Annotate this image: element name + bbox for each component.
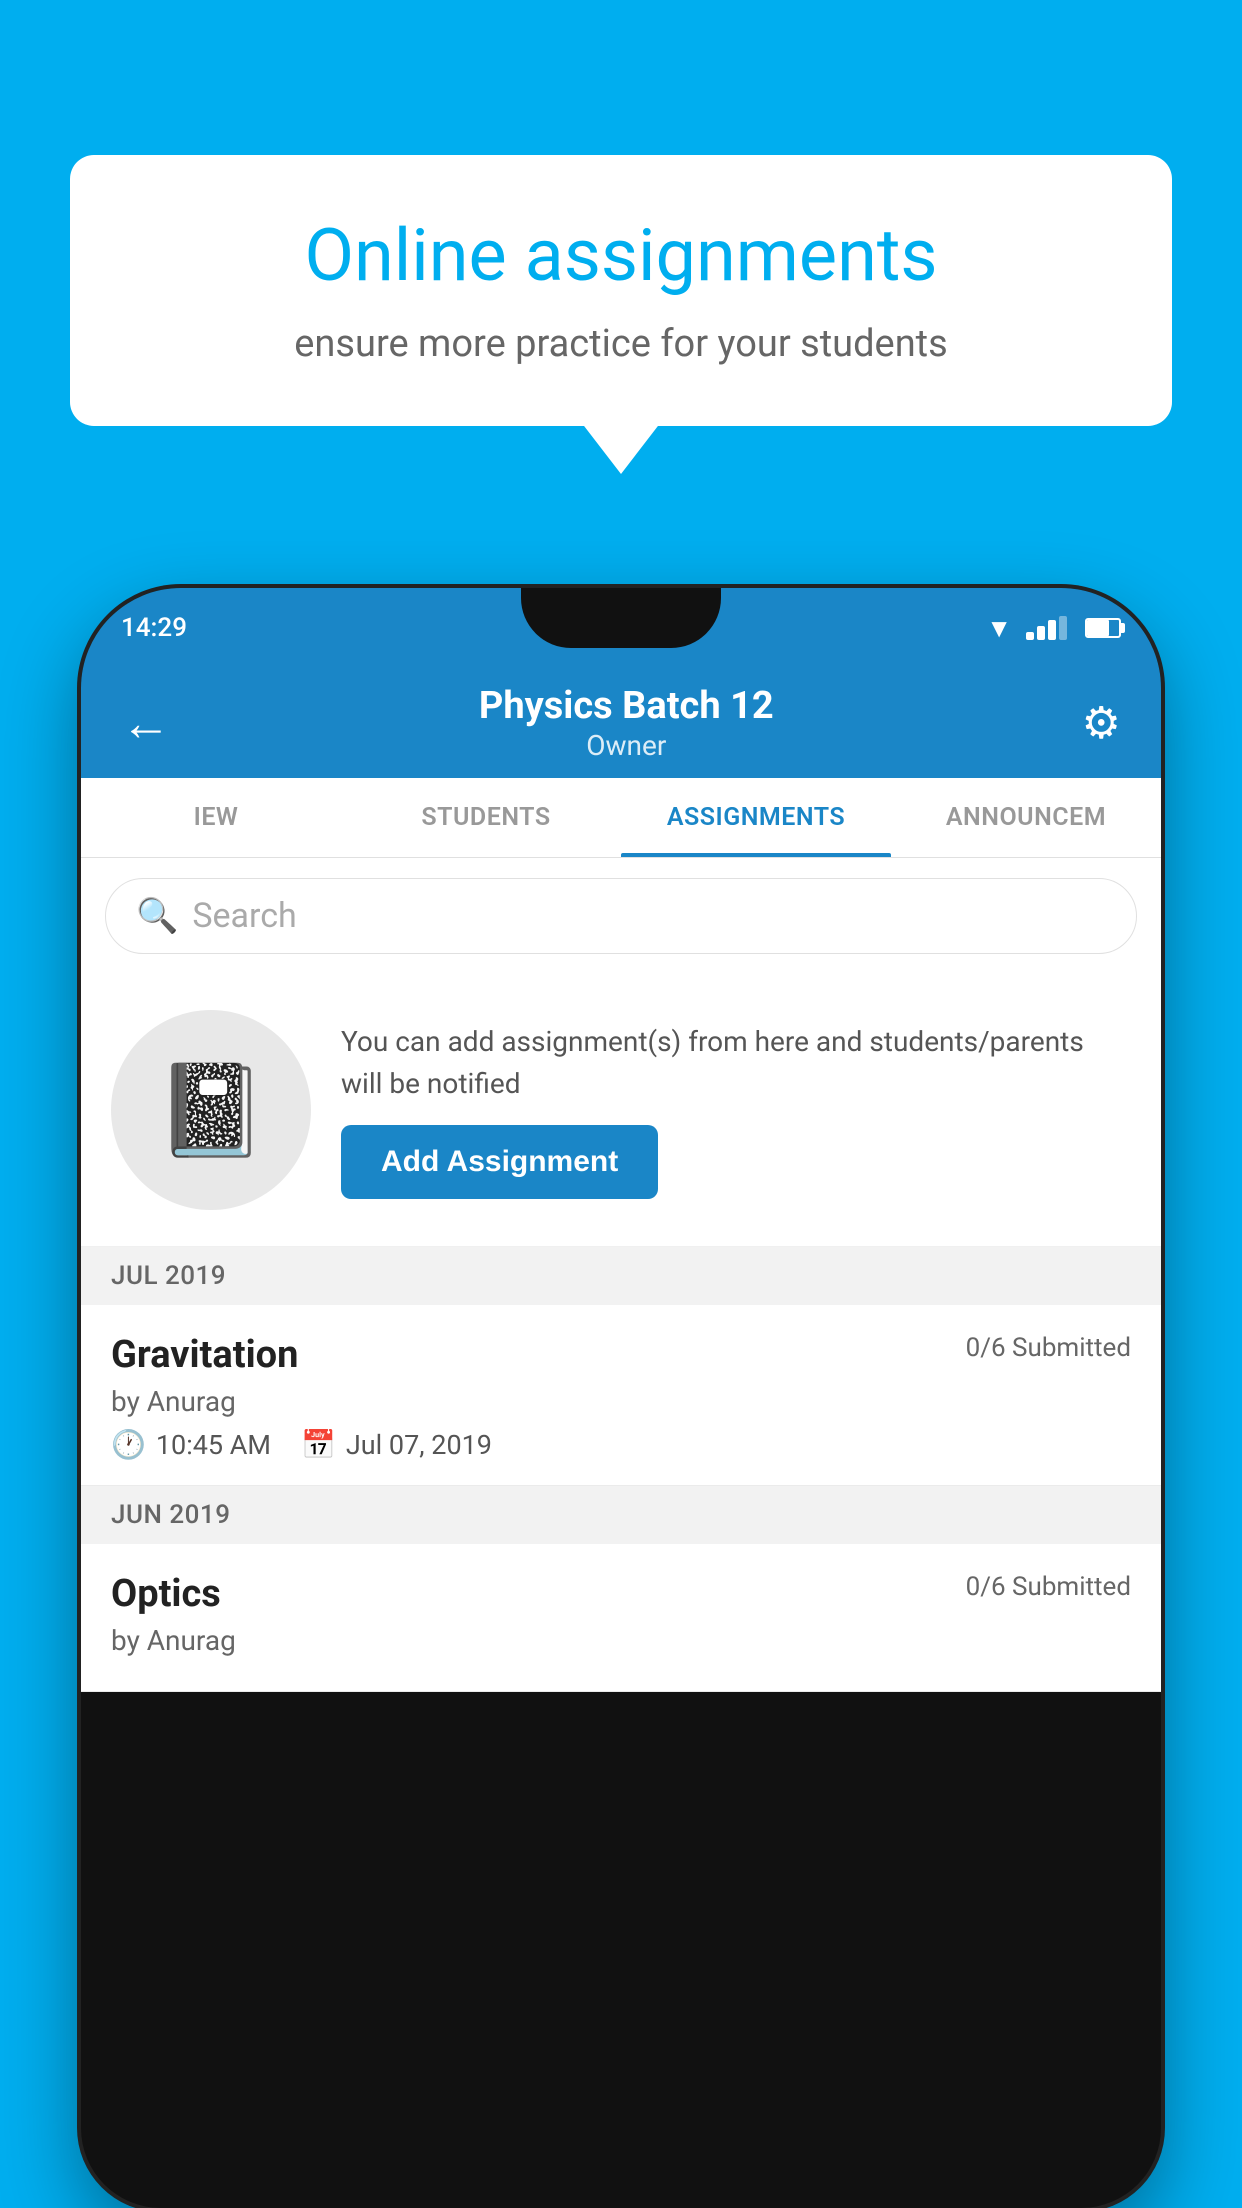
app-toolbar: ← Physics Batch 12 Owner ⚙ — [81, 668, 1161, 778]
speech-bubble-subtitle: ensure more practice for your students — [140, 318, 1102, 371]
section-header-jul: JUL 2019 — [81, 1247, 1161, 1305]
info-text: You can add assignment(s) from here and … — [341, 1021, 1131, 1105]
screen-content: 🔍 Search 📓 You can add assignment(s) fro… — [81, 858, 1161, 1692]
info-right: You can add assignment(s) from here and … — [341, 1021, 1131, 1199]
assignment-item-gravitation[interactable]: Gravitation 0/6 Submitted by Anurag 🕐 10… — [81, 1305, 1161, 1486]
add-assignment-button[interactable]: Add Assignment — [341, 1125, 658, 1199]
status-time: 14:29 — [121, 613, 187, 643]
search-placeholder: Search — [192, 896, 296, 936]
search-icon: 🔍 — [136, 896, 178, 936]
speech-bubble: Online assignments ensure more practice … — [70, 155, 1172, 426]
speech-bubble-container: Online assignments ensure more practice … — [70, 155, 1172, 426]
status-icons: ▼ — [986, 613, 1121, 644]
tab-iew[interactable]: IEW — [81, 778, 351, 857]
toolbar-subtitle: Owner — [201, 729, 1052, 762]
toolbar-title-group: Physics Batch 12 Owner — [201, 684, 1052, 763]
signal-icon — [1026, 616, 1067, 640]
battery-icon — [1085, 618, 1121, 638]
assignment-meta-gravitation: 🕐 10:45 AM 📅 Jul 07, 2019 — [111, 1428, 1131, 1461]
assignment-row1-optics: Optics 0/6 Submitted — [111, 1572, 1131, 1616]
assignment-name-gravitation: Gravitation — [111, 1333, 298, 1377]
clock-icon: 🕐 — [111, 1428, 146, 1461]
info-section: 📓 You can add assignment(s) from here an… — [81, 974, 1161, 1247]
notebook-icon: 📓 — [155, 1058, 267, 1163]
status-bar: 14:29 ▼ — [81, 588, 1161, 668]
assignment-by-gravitation: by Anurag — [111, 1385, 1131, 1418]
section-header-jun: JUN 2019 — [81, 1486, 1161, 1544]
notch — [521, 588, 721, 648]
phone-frame: 14:29 ▼ ← Physics Batch 12 Owner ⚙ — [81, 588, 1161, 2208]
meta-time-gravitation: 🕐 10:45 AM — [111, 1428, 271, 1461]
speech-bubble-title: Online assignments — [140, 215, 1102, 298]
tab-assignments[interactable]: ASSIGNMENTS — [621, 778, 891, 857]
back-button[interactable]: ← — [111, 684, 181, 763]
assignment-status-optics: 0/6 Submitted — [966, 1572, 1131, 1602]
assignment-row1: Gravitation 0/6 Submitted — [111, 1333, 1131, 1377]
assignment-icon-circle: 📓 — [111, 1010, 311, 1210]
settings-button[interactable]: ⚙ — [1072, 687, 1131, 759]
calendar-icon: 📅 — [301, 1428, 336, 1461]
tab-announcements[interactable]: ANNOUNCEM — [891, 778, 1161, 857]
assignment-status-gravitation: 0/6 Submitted — [966, 1333, 1131, 1363]
tab-students[interactable]: STUDENTS — [351, 778, 621, 857]
tab-bar: IEW STUDENTS ASSIGNMENTS ANNOUNCEM — [81, 778, 1161, 858]
search-bar[interactable]: 🔍 Search — [105, 878, 1137, 954]
meta-date-gravitation: 📅 Jul 07, 2019 — [301, 1428, 492, 1461]
search-bar-container: 🔍 Search — [81, 858, 1161, 974]
assignment-name-optics: Optics — [111, 1572, 221, 1616]
toolbar-title: Physics Batch 12 — [201, 684, 1052, 730]
assignment-by-optics: by Anurag — [111, 1624, 1131, 1657]
wifi-icon: ▼ — [986, 613, 1012, 644]
assignment-item-optics[interactable]: Optics 0/6 Submitted by Anurag — [81, 1544, 1161, 1692]
